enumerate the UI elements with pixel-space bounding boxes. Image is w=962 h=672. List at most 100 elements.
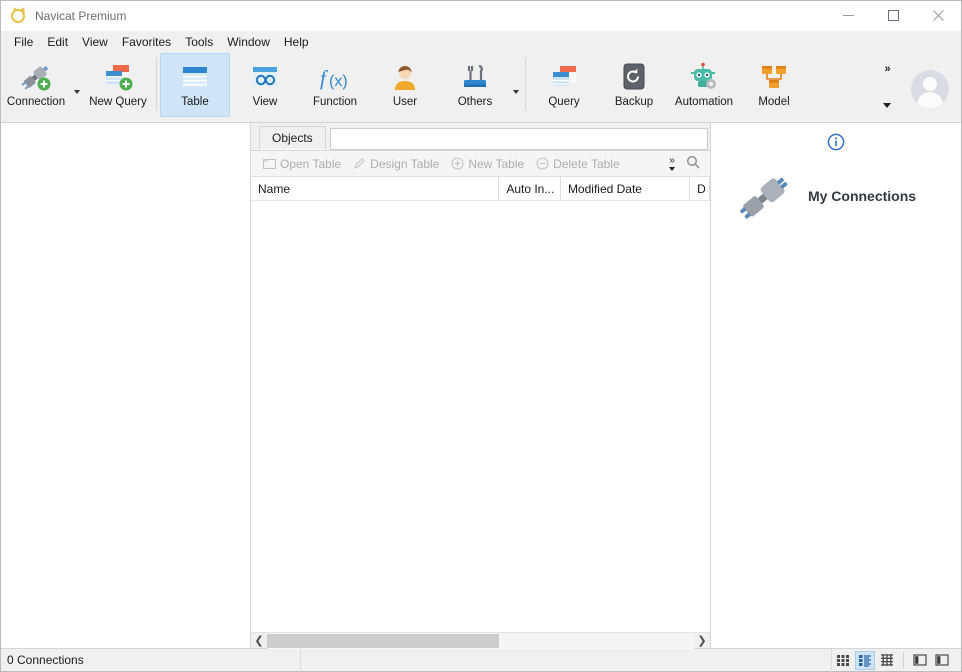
objects-pane: Objects Open Table Design Table New Tabl… — [251, 123, 711, 649]
toolbar-button-table[interactable]: Table — [160, 53, 230, 117]
panel-right-icon — [935, 653, 949, 667]
window-controls — [826, 1, 961, 31]
connections-pane: My Connections — [711, 123, 961, 648]
delete-table-button[interactable]: Delete Table — [530, 153, 626, 175]
close-icon[interactable] — [916, 1, 961, 31]
toolbar-overflow-button[interactable]: » — [875, 53, 899, 119]
status-message — [301, 648, 832, 672]
menu-item-help[interactable]: Help — [277, 32, 316, 52]
connection-plug-icon — [736, 167, 794, 225]
connection-group-title: My Connections — [807, 188, 917, 204]
scrollbar-track[interactable] — [267, 632, 694, 649]
right-panel-toggle-button[interactable] — [932, 651, 952, 670]
menu-item-edit[interactable]: Edit — [40, 32, 75, 52]
open-table-label: Open Table — [280, 156, 342, 171]
column-header-name[interactable]: Name — [251, 177, 500, 200]
toolbar-label-backup: Backup — [614, 96, 654, 108]
grid-view-button[interactable] — [833, 651, 853, 670]
column-header-modified-date[interactable]: Modified Date — [561, 177, 691, 200]
grid-icon — [836, 653, 850, 667]
scrollbar-thumb[interactable] — [267, 633, 499, 648]
menu-item-file[interactable]: File — [7, 32, 40, 52]
menu-item-tools[interactable]: Tools — [178, 32, 220, 52]
user-icon — [385, 60, 425, 94]
main-toolbar: Connection New Query Table View f (x) Fu… — [1, 53, 961, 123]
chevron-double-right-icon: » — [884, 62, 890, 75]
objects-horizontal-scrollbar[interactable]: ❮ ❯ — [251, 632, 710, 649]
new-table-label: New Table — [468, 156, 525, 171]
main-body: Objects Open Table Design Table New Tabl… — [1, 123, 961, 649]
list-detail-icon — [858, 653, 872, 667]
connection-group-my-connections[interactable]: My Connections — [736, 167, 936, 225]
menu-item-favorites[interactable]: Favorites — [115, 32, 178, 52]
toolbar-button-others[interactable]: Others — [440, 53, 510, 117]
open-table-icon — [263, 157, 276, 170]
menu-item-window[interactable]: Window — [220, 32, 277, 52]
info-circle-icon[interactable] — [827, 133, 845, 151]
new-query-add-icon — [98, 60, 138, 94]
status-bar: 0 Connections — [1, 648, 961, 672]
toolbar-button-new-query[interactable]: New Query — [83, 53, 153, 117]
column-header-description[interactable]: D — [690, 177, 710, 200]
toolbar-label-view: View — [252, 96, 278, 108]
chevron-right-icon[interactable]: ❯ — [694, 632, 710, 649]
toolbar-right-section: » — [875, 53, 961, 119]
objects-tab-bar: Objects — [251, 123, 710, 151]
maximize-icon[interactable] — [871, 1, 916, 31]
toolbar-button-user[interactable]: User — [370, 53, 440, 117]
toolbar-label-table: Table — [181, 96, 209, 108]
status-view-toggles — [832, 649, 961, 672]
panel-left-icon — [913, 653, 927, 667]
connection-dropdown-arrow[interactable] — [71, 53, 83, 117]
chevron-down-icon — [883, 102, 891, 108]
toolbar-separator-1 — [156, 57, 157, 111]
open-table-button[interactable]: Open Table — [257, 153, 347, 175]
toolbar-button-connection[interactable]: Connection — [1, 53, 71, 117]
toolbar-button-function[interactable]: f (x) Function — [300, 53, 370, 117]
query-icon — [544, 60, 584, 94]
toolbar-button-model[interactable]: Model — [739, 53, 809, 117]
function-fx-icon: f (x) — [315, 60, 355, 94]
automation-robot-icon — [684, 60, 724, 94]
minimize-icon[interactable] — [826, 1, 871, 31]
toolbar-button-query[interactable]: Query — [529, 53, 599, 117]
status-toggle-separator — [903, 652, 904, 668]
toolbar-label-connection: Connection — [6, 96, 66, 108]
toolbar-button-backup[interactable]: Backup — [599, 53, 669, 117]
connection-navigation-pane[interactable] — [1, 123, 251, 648]
new-table-button[interactable]: New Table — [445, 153, 530, 175]
objects-tab-filler — [329, 128, 708, 150]
toolbar-label-automation: Automation — [674, 96, 734, 108]
tab-objects-label: Objects — [272, 131, 313, 145]
svg-text:(x): (x) — [329, 73, 348, 90]
navicat-main-window: Navicat Premium File Edit View Favorites… — [0, 0, 962, 672]
chevron-left-icon[interactable]: ❮ — [251, 632, 267, 649]
search-icon — [686, 155, 700, 172]
objects-search-button[interactable] — [682, 153, 704, 175]
table-view-button[interactable] — [877, 651, 897, 670]
toolbar-label-others: Others — [457, 96, 493, 108]
design-table-button[interactable]: Design Table — [347, 153, 445, 175]
menu-item-view[interactable]: View — [75, 32, 115, 52]
view-glasses-icon — [245, 60, 285, 94]
backup-restore-icon — [614, 60, 654, 94]
model-diagram-icon — [754, 60, 794, 94]
navicat-cat-icon — [11, 5, 27, 24]
toolbar-button-automation[interactable]: Automation — [669, 53, 739, 117]
design-table-pencil-icon — [353, 157, 366, 170]
objects-column-header: Name Auto In... Modified Date D — [251, 177, 710, 201]
objects-toolbar-right: » — [664, 152, 710, 176]
list-view-button[interactable] — [855, 650, 875, 670]
title-bar: Navicat Premium — [1, 1, 961, 31]
table-icon — [175, 60, 215, 94]
toolbar-button-view[interactable]: View — [230, 53, 300, 117]
objects-toolbar-overflow-button[interactable]: » — [664, 152, 680, 176]
chevron-down-icon — [669, 166, 675, 171]
toolbar-separator-2 — [525, 57, 526, 111]
others-dropdown-arrow[interactable] — [510, 53, 522, 117]
column-header-auto-increment[interactable]: Auto In... — [499, 177, 561, 200]
objects-list[interactable] — [251, 201, 710, 632]
tab-objects[interactable]: Objects — [259, 126, 326, 150]
user-avatar-icon[interactable] — [911, 70, 949, 108]
left-panel-toggle-button[interactable] — [910, 651, 930, 670]
